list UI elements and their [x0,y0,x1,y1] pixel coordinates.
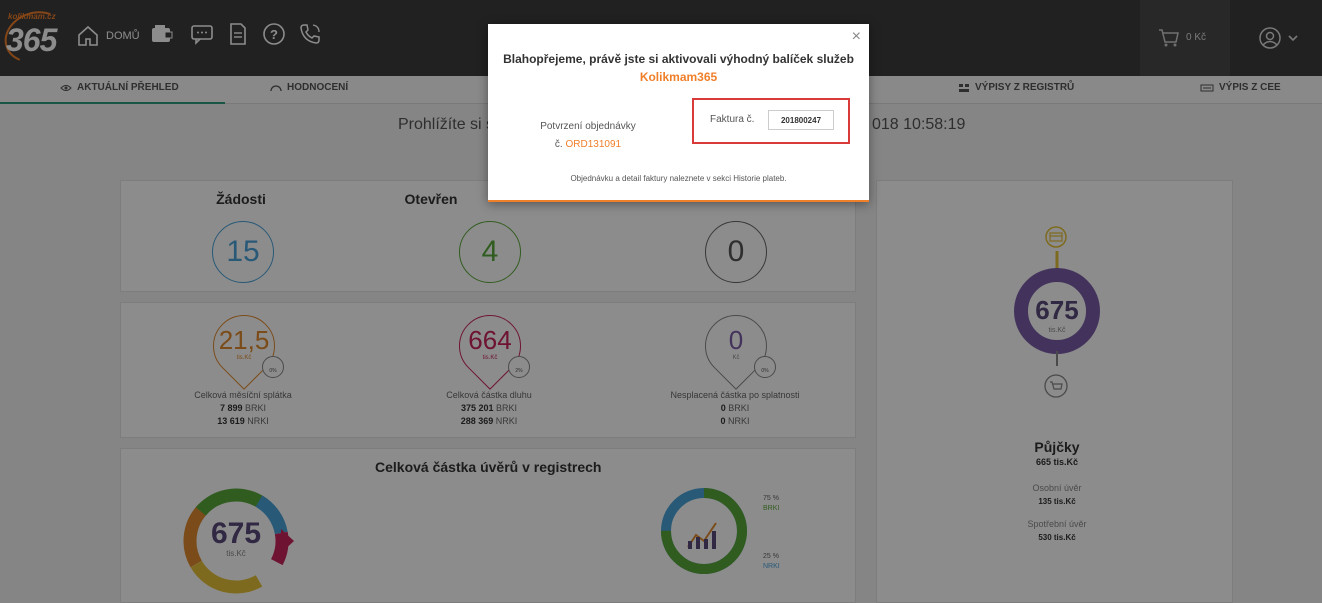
modal-note: Objednávku a detail faktury naleznete v … [570,174,787,183]
close-icon[interactable]: × [852,28,861,46]
order-prefix: č. [554,139,563,150]
invoice-number-field[interactable] [768,110,834,130]
invoice-label: Faktura č. [710,114,755,125]
purchase-confirmation-modal: × Blahopřejeme, právě jste si aktivovali… [488,24,869,202]
modal-title: Blahopřejeme, právě jste si aktivovali v… [503,52,854,66]
order-confirmation: Potvrzení objednávky č. ORD131091 [518,118,658,154]
modal-brand: Kolikmam365 [639,70,718,84]
invoice-highlight: Faktura č. [692,98,850,144]
order-number-link[interactable]: ORD131091 [565,139,621,150]
order-label: Potvrzení objednávky [540,121,636,132]
